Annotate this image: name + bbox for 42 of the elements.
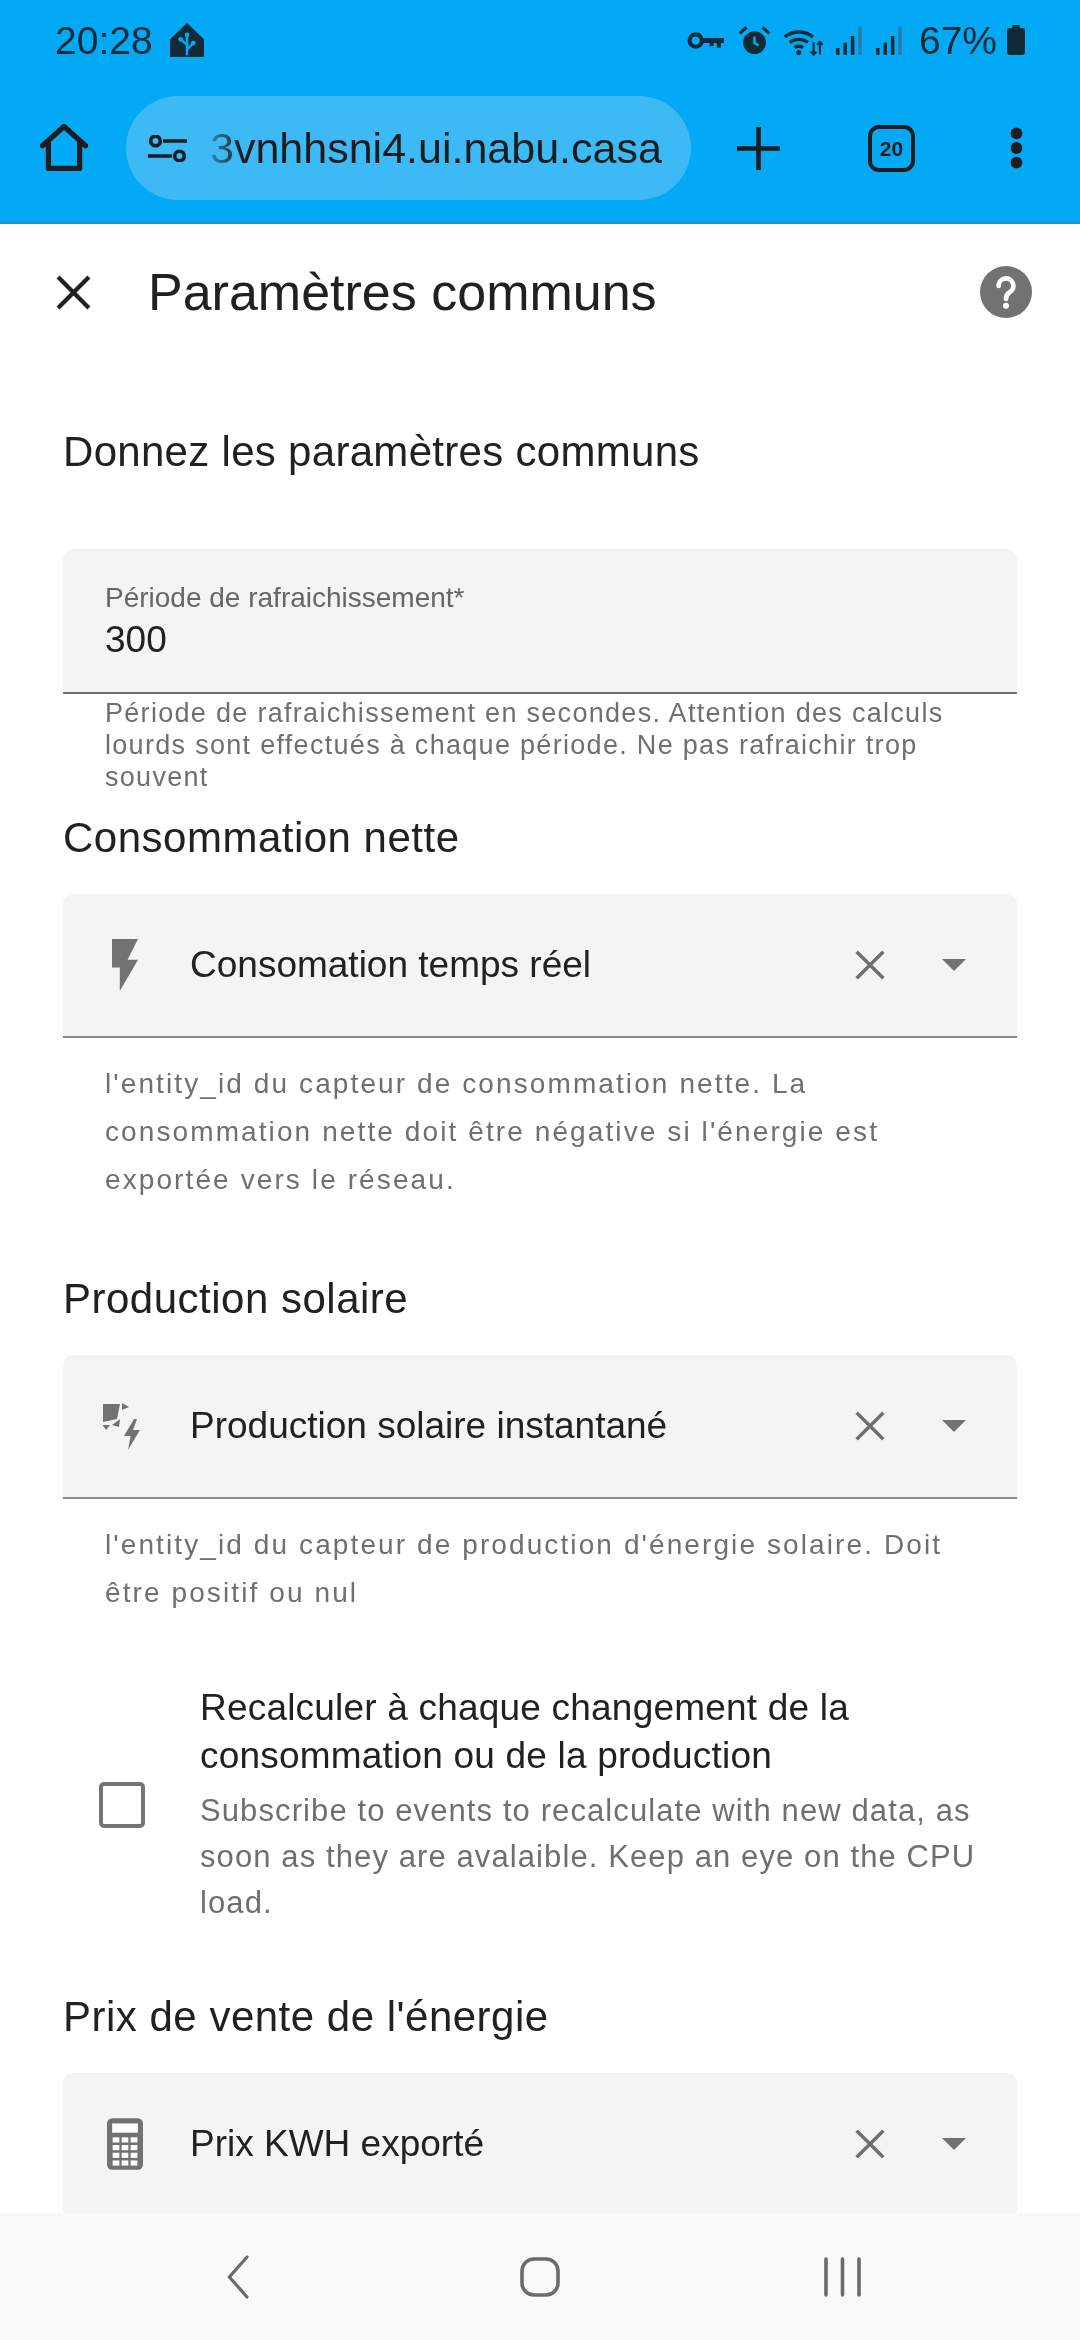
battery-icon [1006, 25, 1026, 55]
section-heading: Consommation nette [63, 813, 461, 863]
lightning-bolt-icon [112, 939, 138, 991]
signal-icon [835, 25, 863, 55]
address-bar[interactable]: 3vnhhsni4.ui.nabu.casa [126, 96, 691, 200]
caret-icon[interactable] [942, 959, 966, 971]
caret-icon[interactable] [942, 2138, 966, 2150]
plus-icon[interactable] [737, 127, 780, 170]
recents-icon[interactable] [824, 2256, 861, 2297]
house-icon [169, 23, 204, 57]
alarm-clock-icon [737, 23, 771, 57]
text-field[interactable]: Période de rafraichissement* 300 [63, 549, 1017, 694]
sliders-icon[interactable] [148, 134, 187, 162]
key-icon [686, 29, 724, 51]
helper-text: l'entity_id du capteur de production d'énergie solaire. Doit être positif ou nul [105, 1528, 944, 1610]
entity-picker[interactable]: Prix KWH exporté [63, 2073, 1017, 2213]
checkbox[interactable] [99, 1782, 145, 1828]
dialog-title: Paramètres communs [148, 261, 657, 323]
caret-icon[interactable] [942, 1420, 966, 1432]
entity-picker[interactable]: Production solaire instantané [63, 1355, 1017, 1499]
home-button-icon[interactable] [520, 2256, 560, 2297]
back-icon[interactable] [227, 2254, 249, 2299]
more-icon[interactable] [1010, 127, 1023, 169]
form-heading: Donnez les paramètres communs [63, 427, 701, 477]
helper-text: Période de rafraichissement en secondes. Attention des calculs lourds sont effectués à chaque période. Ne pas rafraichir trop souvent [105, 697, 945, 793]
signal-icon [875, 25, 903, 55]
help-icon[interactable] [980, 266, 1032, 318]
calculator-icon [107, 2118, 143, 2170]
checkbox-label: Recalculer à chaque changement de la consommation ou de la production [200, 1686, 850, 1778]
status-time: 20:28 [55, 20, 153, 60]
close-icon[interactable] [55, 273, 92, 311]
section-heading: Production solaire [63, 1274, 410, 1324]
checkbox-description: Subscribe to events to recalculate with new data, as soon as they are avalaible. Keep an eye on the CPU load. [200, 1792, 977, 1922]
clear-icon[interactable] [854, 1410, 886, 1442]
section-heading: Prix de vente de l'énergie [63, 1992, 550, 2042]
helper-text: l'entity_id du capteur de consommation nette. La consommation nette doit être négative si l'énergie est exportée vers le réseau. [105, 1067, 880, 1197]
home-icon[interactable] [40, 124, 88, 171]
entity-picker[interactable]: Consomation temps réel [63, 894, 1017, 1038]
tab-switcher-button[interactable]: 20 [868, 125, 915, 172]
clear-icon[interactable] [854, 949, 886, 981]
clear-icon[interactable] [854, 2128, 886, 2160]
battery-percentage: 67% [918, 20, 997, 60]
